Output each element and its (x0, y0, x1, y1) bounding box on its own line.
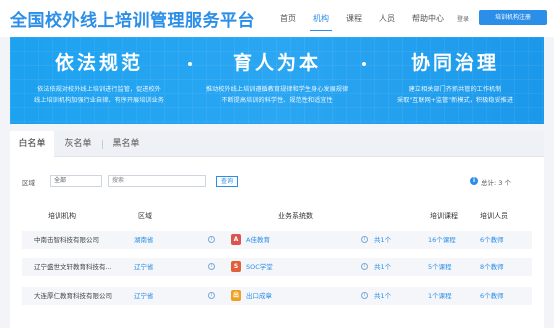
system-logo-icon: 出 (231, 290, 241, 301)
staff-count[interactable]: 6个教师 (480, 287, 504, 305)
system-logo-icon: A (231, 234, 241, 245)
column-header-org: 培训机构 (48, 212, 76, 220)
region-link[interactable]: 辽宁省 (134, 287, 154, 305)
nav-home[interactable]: 首页 (280, 0, 296, 37)
nav-institutions[interactable]: 机构 (310, 0, 332, 37)
staff-count[interactable]: 6个教师 (480, 231, 504, 249)
tab-divider (102, 140, 103, 149)
org-name[interactable]: 大连厚仁教育科技有限公司 (34, 287, 112, 305)
region-link[interactable]: 辽宁省 (134, 258, 154, 276)
system-count[interactable]: 共1个 (374, 287, 391, 305)
banner-desc: 建立相关部门齐抓共管的工作机制 采取"互联网+监管"新模式，积极稳妥推进 (366, 84, 544, 106)
org-name[interactable]: 中南击智科技有限公司 (34, 231, 99, 249)
system-name[interactable]: SOC学堂 (246, 258, 273, 276)
tab-whitelist[interactable]: 白名单 (10, 131, 54, 158)
column-header-systems: 业务系统数 (278, 212, 313, 220)
query-button[interactable]: 查询 (216, 176, 238, 187)
info-icon[interactable]: i (208, 292, 215, 299)
region-label: 区域 (22, 179, 35, 187)
total-count: 总计: 3 个 (481, 179, 511, 187)
banner-desc-line: 依法依规对校外线上培训进行监管，促进校外 (37, 86, 161, 93)
table-row: 中南击智科技有限公司 湖南省 i A A佳教育 i 共1个 16个课程 6个教师 (22, 231, 532, 249)
course-count[interactable]: 16个课程 (428, 231, 456, 249)
top-header: 全国校外线上培训管理服务平台 首页 机构 课程 人员 帮助中心 登录 培训机构注… (0, 0, 554, 37)
nav-personnel[interactable]: 人员 (379, 0, 395, 37)
banner-desc: 推动校外线上培训遵循教育规律和学生身心发展规律 不断提高培训的科学性、规范性和适… (188, 84, 366, 106)
info-icon[interactable]: i (361, 292, 368, 299)
column-header-courses: 培训课程 (430, 212, 458, 220)
banner-desc-line: 推动校外线上培训遵循教育规律和学生身心发展规律 (205, 86, 349, 93)
region-select[interactable]: 全部 (50, 175, 102, 187)
list-tabs: 白名单 灰名单 黑名单 (10, 131, 544, 158)
hero-banner: 依法规范 依法依规对校外线上培训进行监管，促进校外 线上培训机构加强行业自律、有… (10, 37, 544, 124)
tab-graylist[interactable]: 灰名单 (56, 131, 100, 157)
banner-desc-line: 线上培训机构加强行业自律、有序开展培训业务 (34, 97, 164, 104)
banner-title: 协同治理 (410, 52, 499, 74)
info-icon: i (470, 177, 478, 185)
institution-register-button[interactable]: 培训机构注册 (479, 10, 547, 25)
banner-pillar-education: 育人为本 推动校外线上培训遵循教育规律和学生身心发展规律 不断提高培训的科学性、… (188, 37, 366, 124)
banner-desc-line: 不断提高培训的科学性、规范性和适宜性 (221, 97, 333, 104)
list-card: 白名单 灰名单 黑名单 区域 全部 搜索 查询 i 总计: 3 个 培训机构 区… (10, 131, 544, 328)
tab-blacklist[interactable]: 黑名单 (104, 131, 148, 157)
system-count[interactable]: 共1个 (374, 231, 391, 249)
info-icon[interactable]: i (208, 236, 215, 243)
banner-title: 育人为本 (232, 52, 321, 74)
system-name[interactable]: 出口成章 (246, 287, 272, 305)
region-link[interactable]: 湖南省 (134, 231, 154, 249)
banner-desc-line: 采取"互联网+监管"新模式，积极稳妥推进 (396, 97, 514, 104)
info-icon[interactable]: i (361, 236, 368, 243)
banner-desc-line: 建立相关部门齐抓共管的工作机制 (408, 86, 502, 93)
course-count[interactable]: 5个课程 (428, 258, 452, 276)
site-logo[interactable]: 全国校外线上培训管理服务平台 (10, 6, 255, 31)
table-row: 大连厚仁教育科技有限公司 辽宁省 i 出 出口成章 i 共1个 1个课程 6个教… (22, 287, 532, 305)
column-header-region: 区域 (138, 212, 152, 220)
system-count[interactable]: 共1个 (374, 258, 391, 276)
banner-title: 依法规范 (54, 52, 143, 74)
staff-count[interactable]: 8个教师 (480, 258, 504, 276)
main-nav: 首页 机构 课程 人员 帮助中心 (280, 0, 461, 37)
banner-desc: 依法依规对校外线上培训进行监管，促进校外 线上培训机构加强行业自律、有序开展培训… (10, 84, 188, 106)
table-row: 辽宁盛世文轩教育科技有... 辽宁省 i S SOC学堂 i 共1个 5个课程 … (22, 258, 532, 276)
nav-help-center[interactable]: 帮助中心 (412, 0, 444, 37)
banner-pillar-legal: 依法规范 依法依规对校外线上培训进行监管，促进校外 线上培训机构加强行业自律、有… (10, 37, 188, 124)
login-link[interactable]: 登录 (457, 14, 469, 23)
column-header-staff: 培训人员 (480, 212, 508, 220)
nav-courses[interactable]: 课程 (346, 0, 362, 37)
search-input[interactable]: 搜索 (108, 175, 206, 187)
org-name[interactable]: 辽宁盛世文轩教育科技有... (34, 258, 112, 276)
course-count[interactable]: 1个课程 (428, 287, 452, 305)
info-icon[interactable]: i (361, 263, 368, 270)
system-name[interactable]: A佳教育 (246, 231, 270, 249)
banner-pillar-governance: 协同治理 建立相关部门齐抓共管的工作机制 采取"互联网+监管"新模式，积极稳妥推… (366, 37, 544, 124)
system-logo-icon: S (231, 261, 241, 272)
info-icon[interactable]: i (208, 263, 215, 270)
